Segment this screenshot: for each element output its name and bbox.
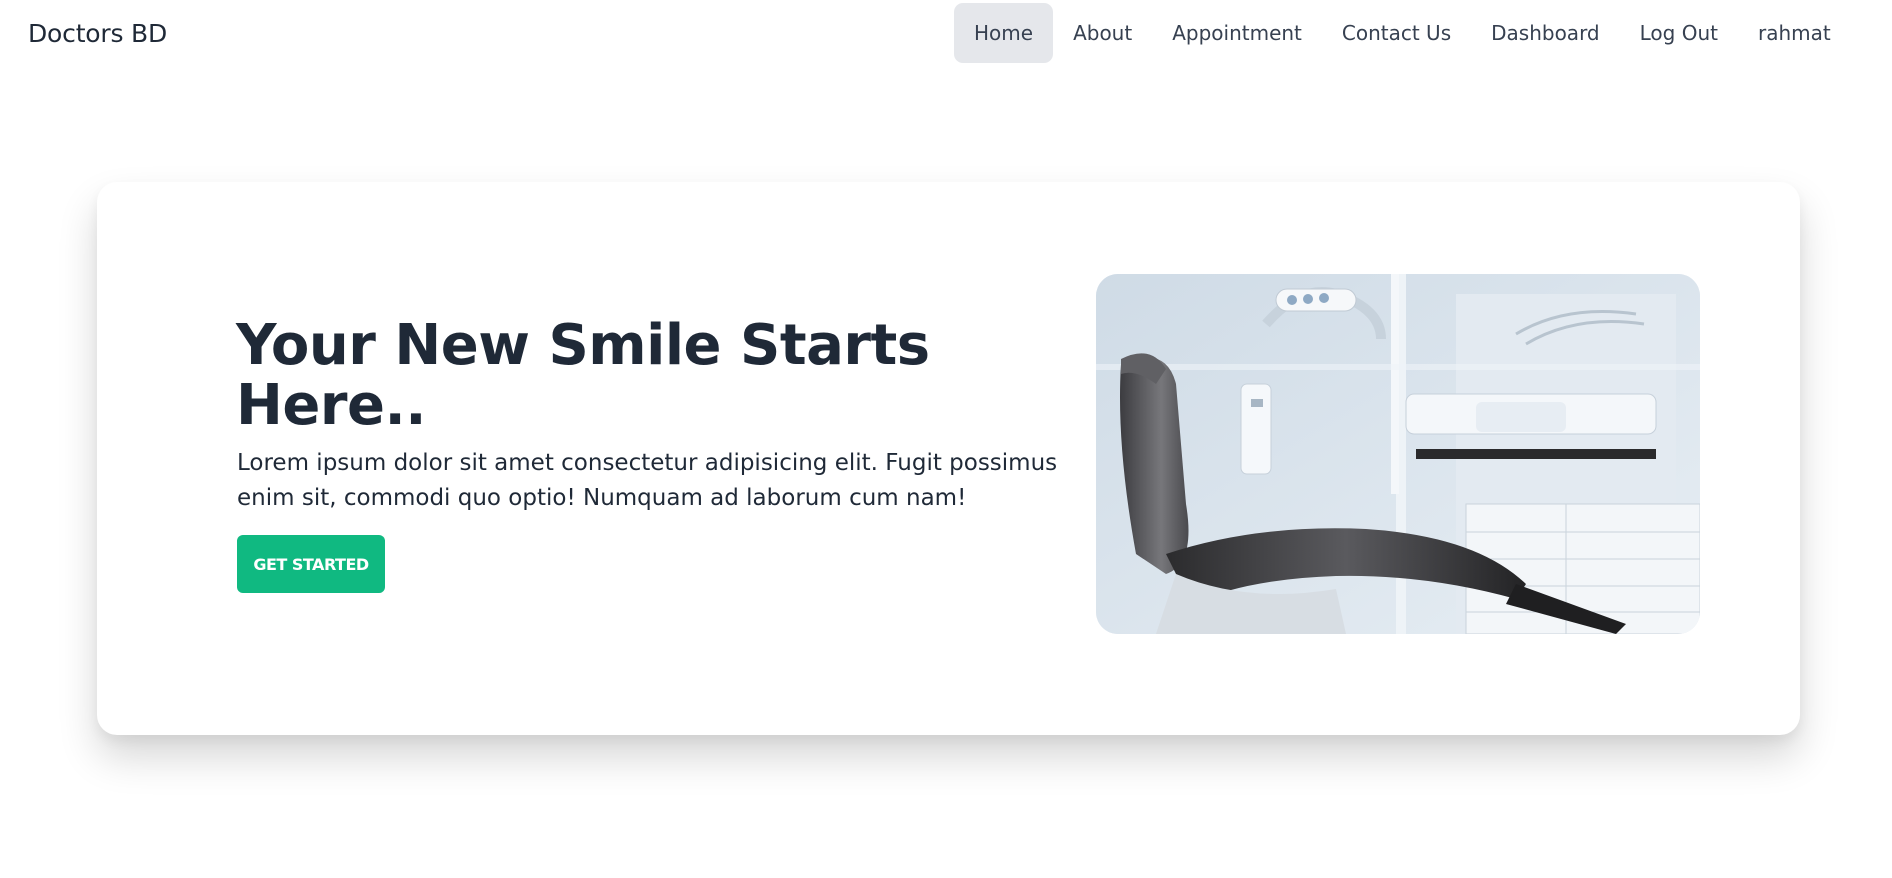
nav-item-about[interactable]: About xyxy=(1053,3,1152,63)
nav-item-home[interactable]: Home xyxy=(954,3,1054,63)
navbar: Doctors BD Home About Appointment Contac… xyxy=(0,0,1892,68)
nav-item-dashboard[interactable]: Dashboard xyxy=(1471,3,1620,63)
brand-logo[interactable]: Doctors BD xyxy=(28,19,167,49)
nav-item-appointment[interactable]: Appointment xyxy=(1152,3,1322,63)
nav-item-contact-us[interactable]: Contact Us xyxy=(1322,3,1471,63)
hero-description: Lorem ipsum dolor sit amet consectetur a… xyxy=(237,450,1058,511)
main-nav: Home About Appointment Contact Us Dashbo… xyxy=(954,3,1851,63)
nav-item-log-out[interactable]: Log Out xyxy=(1620,3,1738,63)
hero-title: Your New Smile Starts Here.. xyxy=(236,313,930,438)
nav-item-user[interactable]: rahmat xyxy=(1738,3,1851,63)
get-started-button[interactable]: GET STARTED xyxy=(237,535,385,593)
dental-chair-photo xyxy=(1096,274,1700,634)
hero-card: Your New Smile Starts Here.. Lorem ipsum… xyxy=(97,182,1800,735)
